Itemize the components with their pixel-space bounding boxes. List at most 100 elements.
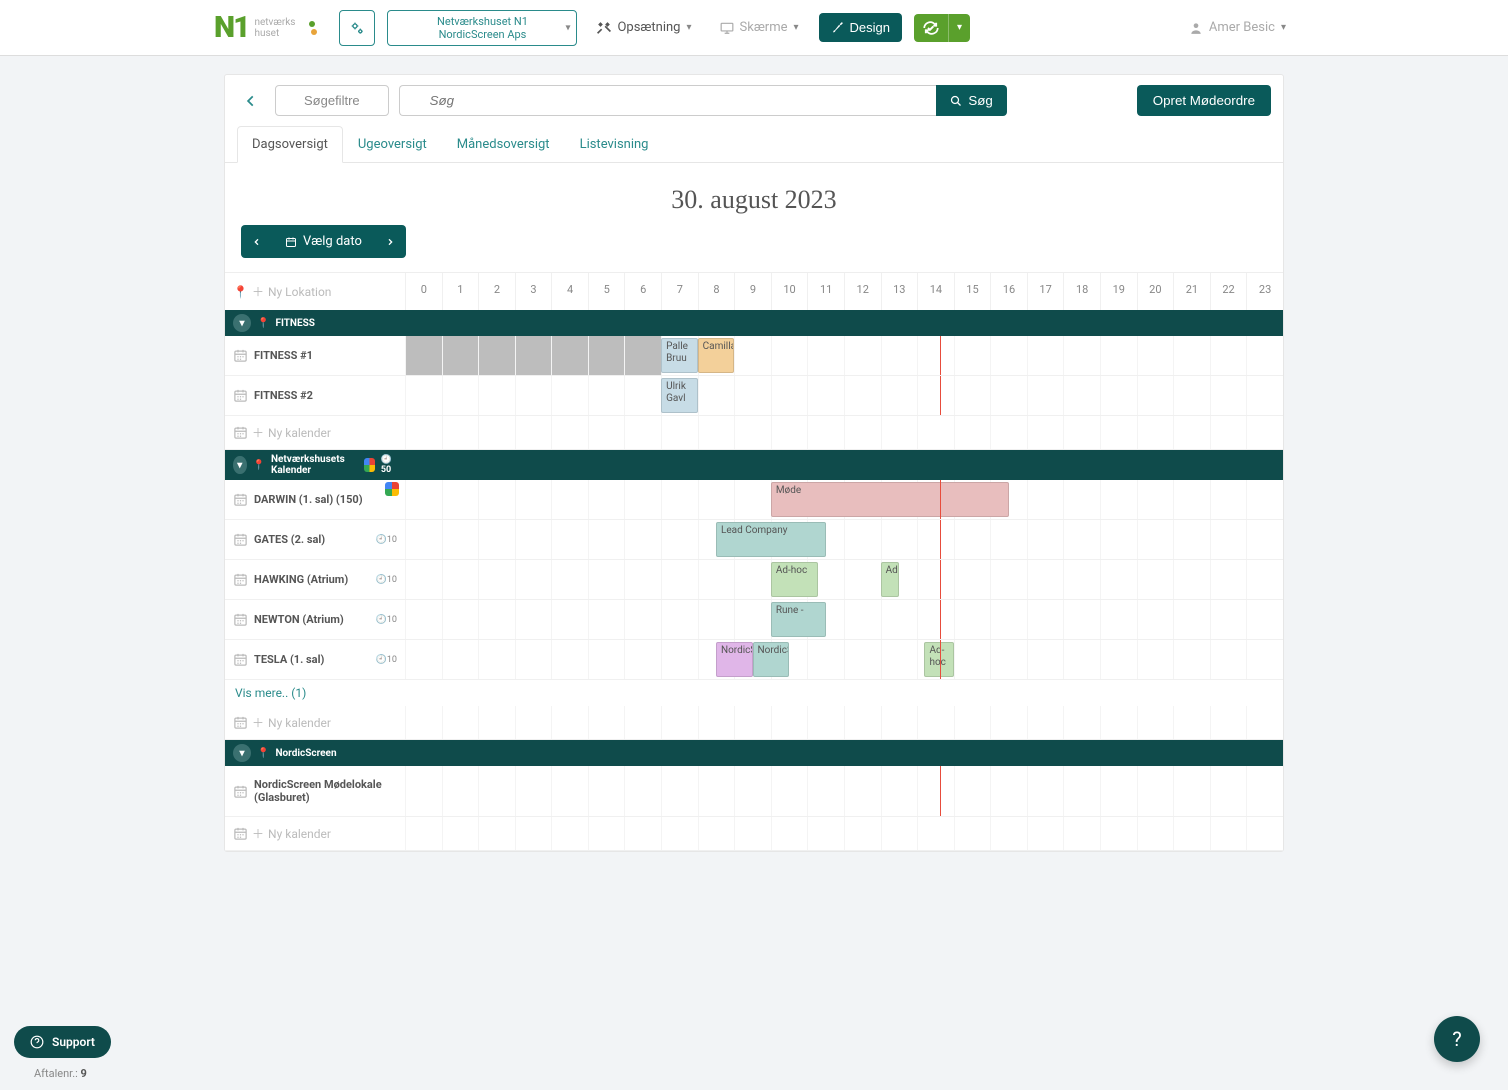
calendar-icon: [233, 388, 248, 403]
help-fab[interactable]: ?: [1434, 1016, 1480, 1062]
add-calendar-row[interactable]: ＋ Ny kalender: [225, 416, 1283, 450]
hours-header: 📍 ＋ Ny Lokation 012345678910111213141516…: [225, 273, 1283, 310]
event[interactable]: Møde: [771, 482, 1009, 517]
org-switcher[interactable]: Netværkshuset N1 NordicScreen Aps ▾: [387, 10, 577, 46]
tab-listevisning[interactable]: Listevisning: [565, 126, 664, 163]
search-input[interactable]: [399, 85, 937, 116]
hour-header: 0: [405, 273, 442, 310]
room-label[interactable]: NordicScreen Mødelokale (Glasburet): [225, 766, 405, 816]
chevron-down-icon[interactable]: ▾: [233, 456, 247, 474]
room-label[interactable]: TESLA (1. sal) 🕘10: [225, 640, 405, 679]
pin-icon: 📍: [233, 285, 248, 299]
room-label[interactable]: GATES (2. sal) 🕘10: [225, 520, 405, 559]
event[interactable]: Ad-hoc: [771, 562, 819, 597]
calendar-icon: [233, 715, 248, 730]
room-row: GATES (2. sal) 🕘10 Lead Company: [225, 520, 1283, 560]
room-label[interactable]: DARWIN (1. sal) (150): [225, 480, 405, 519]
hour-header: 18: [1063, 273, 1100, 310]
tab-dagsoversigt[interactable]: Dagsoversigt: [237, 126, 343, 163]
back-button[interactable]: [237, 87, 265, 115]
sync-dropdown[interactable]: ▾: [948, 14, 970, 42]
logo-mark: N1: [214, 10, 248, 45]
room-row: NEWTON (Atrium) 🕘10 Rune -: [225, 600, 1283, 640]
now-indicator: [940, 480, 941, 519]
now-indicator: [940, 520, 941, 559]
room-row: FITNESS #1 Palle BruuCamilla: [225, 336, 1283, 376]
user-menu[interactable]: Amer Besic ▾: [1181, 14, 1294, 41]
room-label[interactable]: HAWKING (Atrium) 🕘10: [225, 560, 405, 599]
create-meeting-button[interactable]: Opret Mødeordre: [1137, 85, 1271, 116]
gears-icon: [349, 20, 365, 36]
plus-icon: ＋: [252, 825, 264, 842]
room-name: NEWTON (Atrium): [254, 613, 370, 626]
event[interactable]: Ad-: [881, 562, 899, 597]
event[interactable]: Camilla: [698, 338, 735, 373]
new-location-button[interactable]: 📍 ＋ Ny Lokation: [225, 273, 405, 310]
room-row: FITNESS #2 Ulrik Gavl: [225, 376, 1283, 416]
chevron-down-icon[interactable]: ▾: [233, 744, 251, 762]
now-indicator: [940, 600, 941, 639]
caret-down-icon: ▾: [794, 22, 799, 33]
hour-header: 8: [698, 273, 735, 310]
refresh-check-icon: [922, 20, 940, 36]
nav-setup[interactable]: Opsætning ▾: [589, 14, 699, 41]
room-name: TESLA (1. sal): [254, 653, 370, 666]
show-more-link[interactable]: Vis mere.. (1): [225, 680, 1283, 706]
event[interactable]: NordicScr: [753, 642, 790, 677]
hour-header: 12: [844, 273, 881, 310]
room-label[interactable]: FITNESS #2: [225, 376, 405, 415]
calendar-icon: [285, 236, 297, 248]
footer-label: Aftalenr.:: [34, 1067, 81, 1080]
org-line2: NordicScreen Aps: [406, 28, 558, 41]
prev-day-button[interactable]: [241, 225, 273, 258]
sync-button[interactable]: [914, 14, 948, 42]
location-header[interactable]: ▾ 📍 NordicScreen: [225, 740, 1283, 766]
google-icon: [364, 458, 375, 472]
event[interactable]: NordicScr: [716, 642, 753, 677]
pick-date-button[interactable]: Vælg dato: [273, 225, 374, 258]
room-name: NordicScreen Mødelokale (Glasburet): [254, 778, 397, 804]
now-indicator: [940, 560, 941, 599]
hour-header: 16: [990, 273, 1027, 310]
room-label[interactable]: NEWTON (Atrium) 🕘10: [225, 600, 405, 639]
room-label[interactable]: FITNESS #1: [225, 336, 405, 375]
event[interactable]: Lead Company: [716, 522, 826, 557]
location-header[interactable]: ▾ 📍 FITNESS: [225, 310, 1283, 336]
search-button[interactable]: Søg: [936, 85, 1006, 116]
search-btn-label: Søg: [968, 93, 992, 108]
settings-admin-button[interactable]: [339, 10, 375, 46]
add-calendar-row[interactable]: ＋ Ny kalender: [225, 817, 1283, 851]
design-button[interactable]: Design: [819, 13, 902, 42]
now-indicator: [940, 376, 941, 415]
caret-down-icon: ▾: [1281, 22, 1286, 33]
next-day-button[interactable]: [374, 225, 406, 258]
question-circle-icon: [30, 1035, 44, 1049]
location-header[interactable]: ▾ 📍 Netværkshusets Kalender 🕘50: [225, 450, 1283, 480]
calendar-grid: 📍 ＋ Ny Lokation 012345678910111213141516…: [225, 272, 1283, 851]
tab-månedsoversigt[interactable]: Månedsoversigt: [442, 126, 565, 163]
chevron-down-icon[interactable]: ▾: [233, 314, 251, 332]
room-row: HAWKING (Atrium) 🕘10 Ad-hoc Ad-: [225, 560, 1283, 600]
tab-ugeoversigt[interactable]: Ugeoversigt: [343, 126, 442, 163]
nav-screens[interactable]: Skærme ▾: [712, 14, 807, 41]
caret-down-icon: ▾: [957, 22, 962, 33]
filters-button[interactable]: Søgefiltre: [275, 85, 389, 116]
support-button[interactable]: Support: [14, 1026, 111, 1058]
caret-down-icon: ▾: [565, 22, 570, 33]
hour-header: 17: [1027, 273, 1064, 310]
room-row: TESLA (1. sal) 🕘10 NordicScrNordicScrAd-…: [225, 640, 1283, 680]
now-indicator: [940, 640, 941, 679]
pin-icon: 📍: [257, 318, 269, 329]
room-name: HAWKING (Atrium): [254, 573, 370, 586]
footer-agreement: Aftalenr.: 9: [34, 1067, 87, 1080]
hour-header: 6: [624, 273, 661, 310]
location-name: FITNESS: [275, 318, 314, 329]
event[interactable]: Ulrik Gavl: [661, 378, 698, 413]
now-indicator: [940, 336, 941, 375]
add-calendar-row[interactable]: ＋ Ny kalender: [225, 706, 1283, 740]
event[interactable]: Rune -: [771, 602, 826, 637]
calendar-icon: [233, 652, 248, 667]
date-title: 30. august 2023: [225, 163, 1283, 225]
user-name: Amer Besic: [1209, 20, 1275, 35]
event[interactable]: Palle Bruu: [661, 338, 698, 373]
